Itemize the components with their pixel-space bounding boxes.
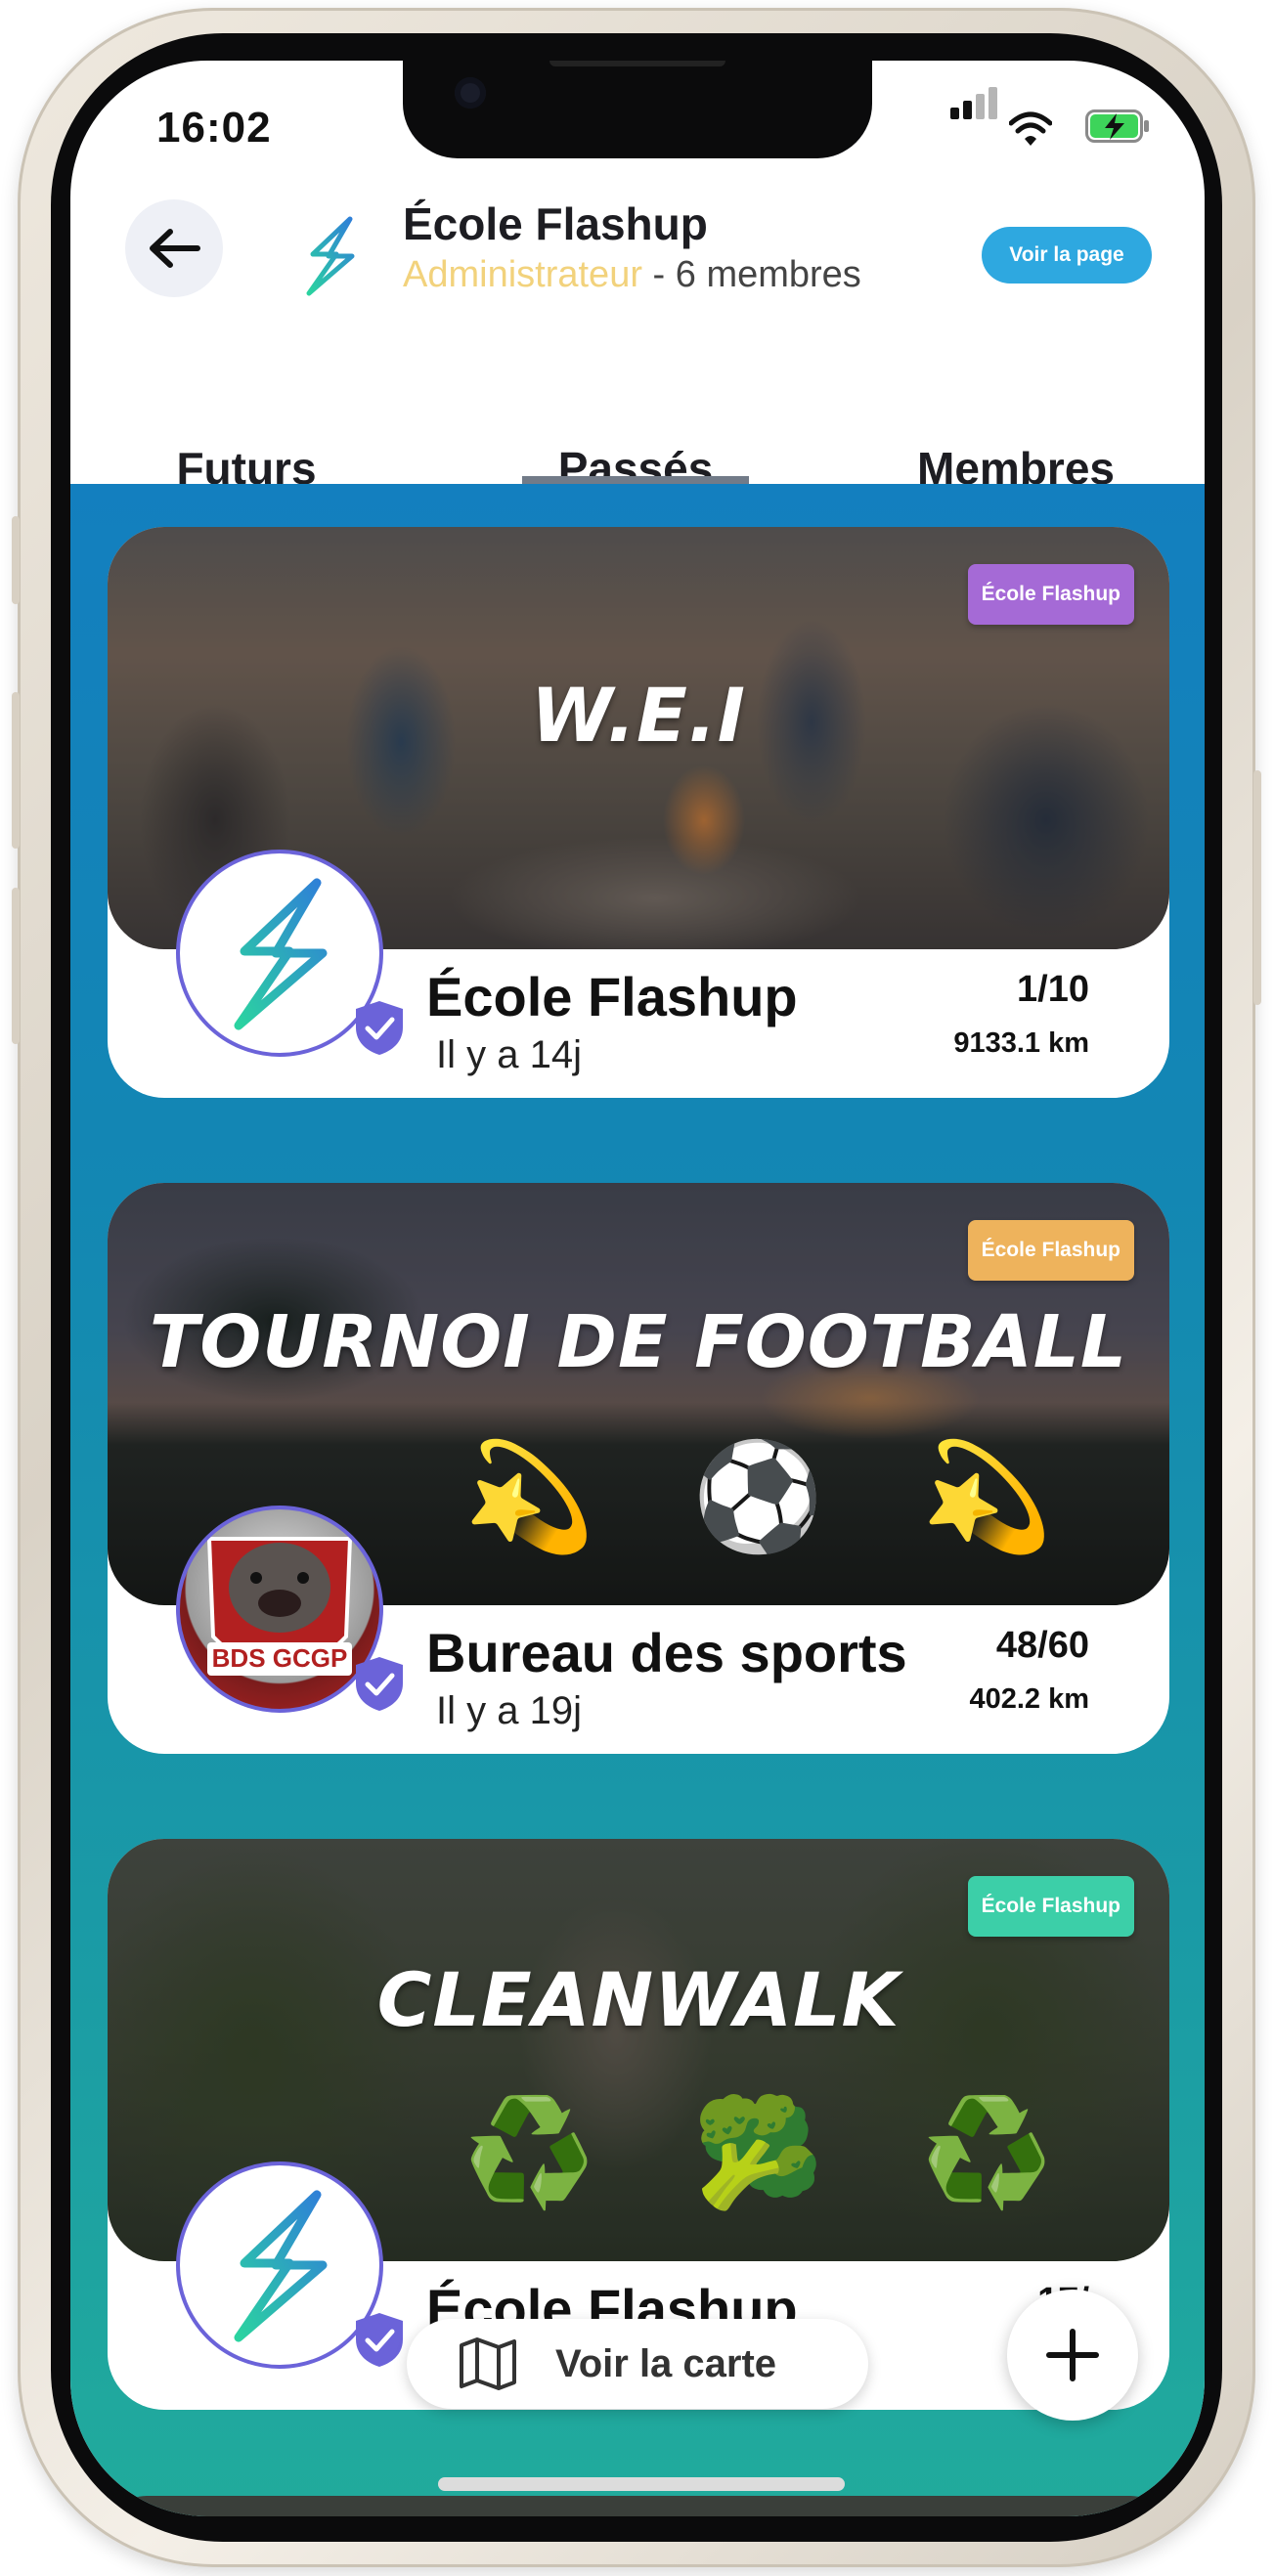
arrow-left-icon [150, 229, 200, 268]
recycle-icon: ♻️ [921, 2092, 1053, 2214]
event-distance: 402.2 km [969, 1683, 1089, 1715]
back-button[interactable] [125, 199, 223, 297]
battery-charging-icon [1085, 109, 1149, 143]
flashup-logo-icon [306, 216, 355, 296]
mute-switch [12, 516, 20, 604]
power-button [1253, 770, 1261, 1005]
view-page-button[interactable]: Voir la page [982, 227, 1152, 284]
speaker-grille [549, 61, 725, 66]
bear-logo-icon: BDS GCGP [206, 1537, 353, 1676]
flashup-logo-icon [234, 878, 328, 1030]
active-tab-indicator [522, 476, 749, 484]
event-card[interactable]: W.E.I École Flashup École Flashup Il y a… [108, 527, 1169, 1098]
dizzy-star-icon: 💫 [463, 1436, 595, 1558]
event-badge: École Flashup [967, 1220, 1134, 1281]
front-camera [455, 77, 486, 109]
view-map-button[interactable]: Voir la carte [407, 2319, 868, 2409]
event-title: TOURNOI DE FOOTBALL [149, 1300, 1128, 1384]
event-badge: École Flashup [967, 1876, 1134, 1937]
club-logo [282, 207, 379, 305]
participants-count: 48/60 [995, 1625, 1089, 1666]
verified-icon [356, 2313, 403, 2367]
broccoli-icon: 🥦 [692, 2092, 824, 2214]
page-title: École Flashup [403, 198, 708, 249]
notch [403, 61, 872, 158]
status-time: 16:02 [156, 104, 272, 152]
events-feed[interactable]: W.E.I École Flashup École Flashup Il y a… [70, 484, 1205, 2516]
event-card[interactable]: TOURNOI DE FOOTBALL 💫 ⚽ 💫 École Flashup … [108, 1183, 1169, 1754]
event-title: W.E.I [530, 672, 747, 759]
verified-icon [356, 1657, 403, 1711]
wifi-icon [1009, 111, 1052, 146]
event-badge: École Flashup [967, 564, 1134, 625]
verified-icon [356, 1001, 403, 1055]
page-subtitle: Administrateur - 6 membres [403, 254, 861, 296]
event-title: CLEANWALK [376, 1956, 901, 2043]
soccer-ball-icon: ⚽ [692, 1436, 824, 1558]
event-time-ago: Il y a 14j [436, 1033, 582, 1076]
map-icon [460, 2337, 516, 2390]
view-map-label: Voir la carte [555, 2341, 777, 2385]
organizer-name: École Flashup [426, 966, 798, 1027]
app-screen: 16:02 École Flashup Administrateur - 6 m… [70, 61, 1205, 2516]
add-event-button[interactable] [1007, 2290, 1138, 2421]
event-time-ago: Il y a 19j [436, 1689, 582, 1732]
next-event-card-peek [108, 2496, 1169, 2516]
event-distance: 9133.1 km [953, 1027, 1089, 1059]
dizzy-star-icon: 💫 [921, 1436, 1053, 1558]
recycle-icon: ♻️ [463, 2092, 595, 2214]
bds-avatar-text: BDS GCGP [212, 1643, 348, 1673]
plus-icon [1046, 2329, 1099, 2381]
role-label: Administrateur [403, 254, 642, 295]
participants-count: 1/10 [1017, 969, 1089, 1010]
flashup-logo-icon [234, 2190, 328, 2342]
home-indicator[interactable] [438, 2477, 845, 2491]
organizer-name: Bureau des sports [426, 1622, 907, 1683]
volume-down-button [12, 888, 20, 1044]
members-count: - 6 membres [641, 254, 861, 295]
volume-up-button [12, 692, 20, 849]
